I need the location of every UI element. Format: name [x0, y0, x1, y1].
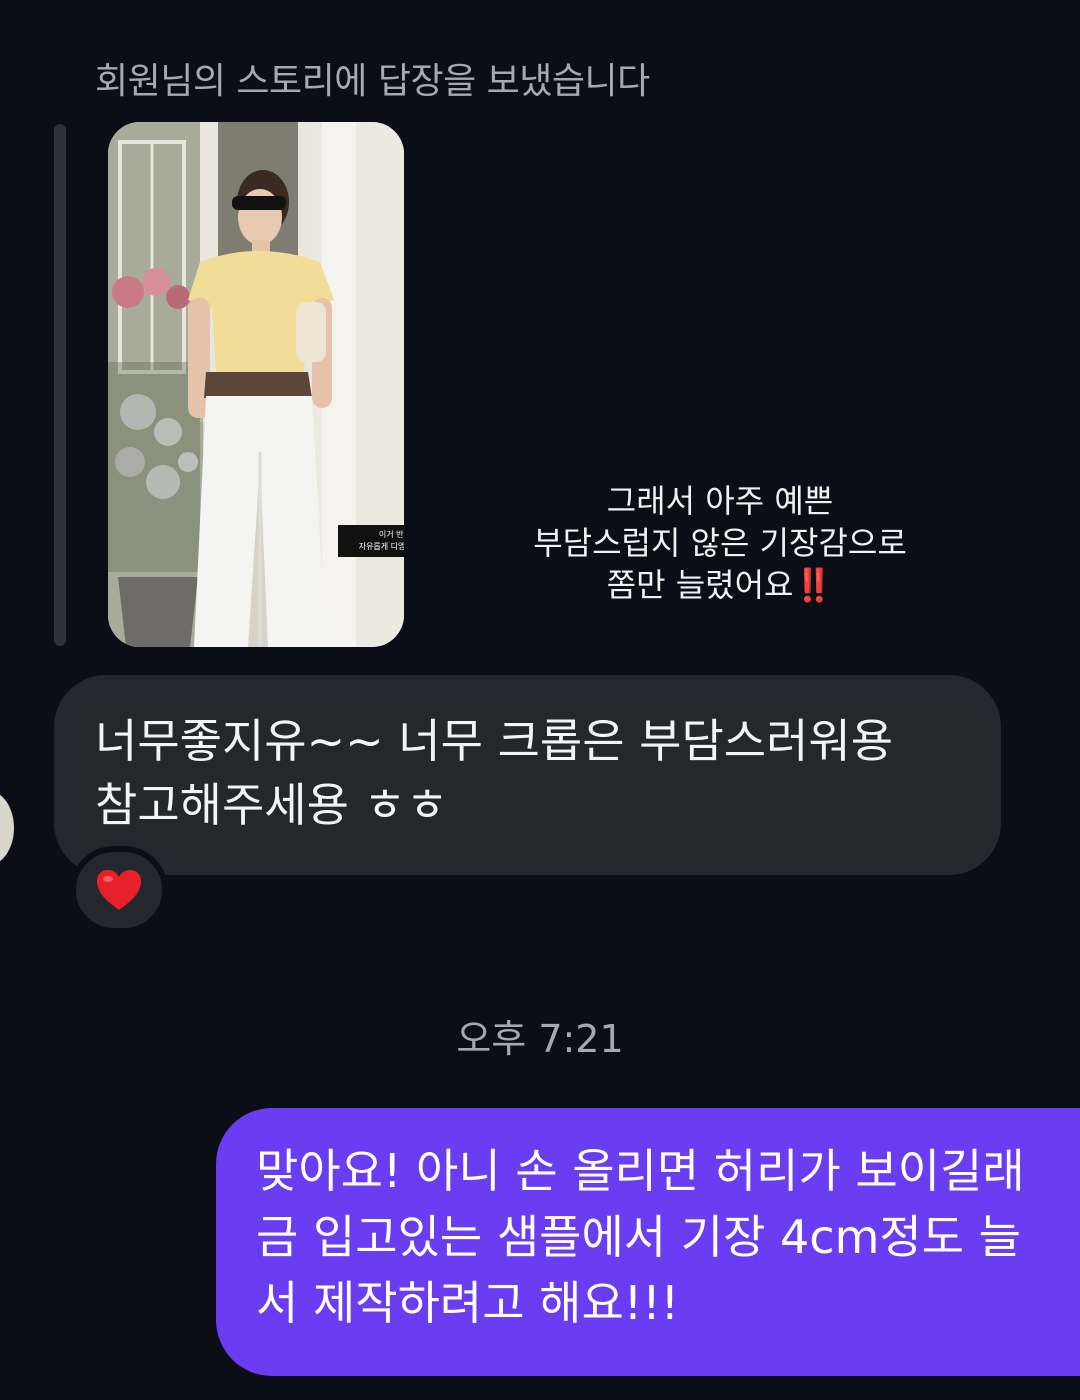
story-reply-line: 쫌만 늘렸어요‼️	[500, 564, 940, 606]
story-reply-text: 그래서 아주 예쁜 부담스럽지 않은 기장감으로 쫌만 늘렸어요‼️	[500, 480, 940, 606]
story-reply-header: 회원님의 스토리에 답장을 보냈습니다	[95, 61, 650, 102]
message-line: 금 입고있는 샘플에서 기장 4cm정도 늘	[256, 1210, 1021, 1264]
story-reply-line: 그래서 아주 예쁜	[606, 482, 834, 520]
message-line: 맞아요! 아니 손 올리면 허리가 보이길래	[256, 1144, 1025, 1198]
double-exclamation-icon: ‼️	[793, 566, 834, 604]
message-timestamp: 오후 7:21	[456, 1017, 624, 1061]
heart-icon	[97, 870, 141, 910]
message-line: 너무좋지유~~ 너무 크롭은 부담스러워용	[95, 714, 894, 768]
avatar[interactable]	[0, 790, 14, 866]
story-caption-line: 이거 반팔티 어때요?	[378, 530, 404, 539]
reply-quote-bar	[54, 124, 66, 646]
outgoing-message-bubble[interactable]: 맞아요! 아니 손 올리면 허리가 보이길래 금 입고있는 샘플에서 기장 4c…	[216, 1108, 1080, 1376]
incoming-message-bubble[interactable]: 너무좋지유~~ 너무 크롭은 부담스러워용 참고해주세용 ㅎㅎ	[54, 675, 1001, 875]
message-line: 참고해주세용 ㅎㅎ	[95, 778, 449, 832]
story-thumbnail[interactable]: 이거 반팔티 어때요? 자유롭게 디엠으로 답장💌🙏❤️	[108, 122, 404, 647]
story-reply-line: 부담스럽지 않은 기장감으로	[533, 524, 907, 562]
chat-screen: 회원님의 스토리에 답장을 보냈습니다 이거 반 자유롭게 디엠 그래서 아주 …	[0, 0, 1080, 1400]
story-reply-line-text: 쫌만 늘렸어요	[606, 566, 794, 604]
story-photo	[108, 122, 404, 647]
story-caption-line: 자유롭게 디엠으로 답장💌🙏❤️	[358, 542, 404, 551]
story-caption: 이거 반팔티 어때요? 자유롭게 디엠으로 답장💌🙏❤️	[338, 525, 404, 557]
message-line: 서 제작하려고 해요!!!	[256, 1276, 680, 1330]
heart-reaction[interactable]	[70, 846, 168, 934]
